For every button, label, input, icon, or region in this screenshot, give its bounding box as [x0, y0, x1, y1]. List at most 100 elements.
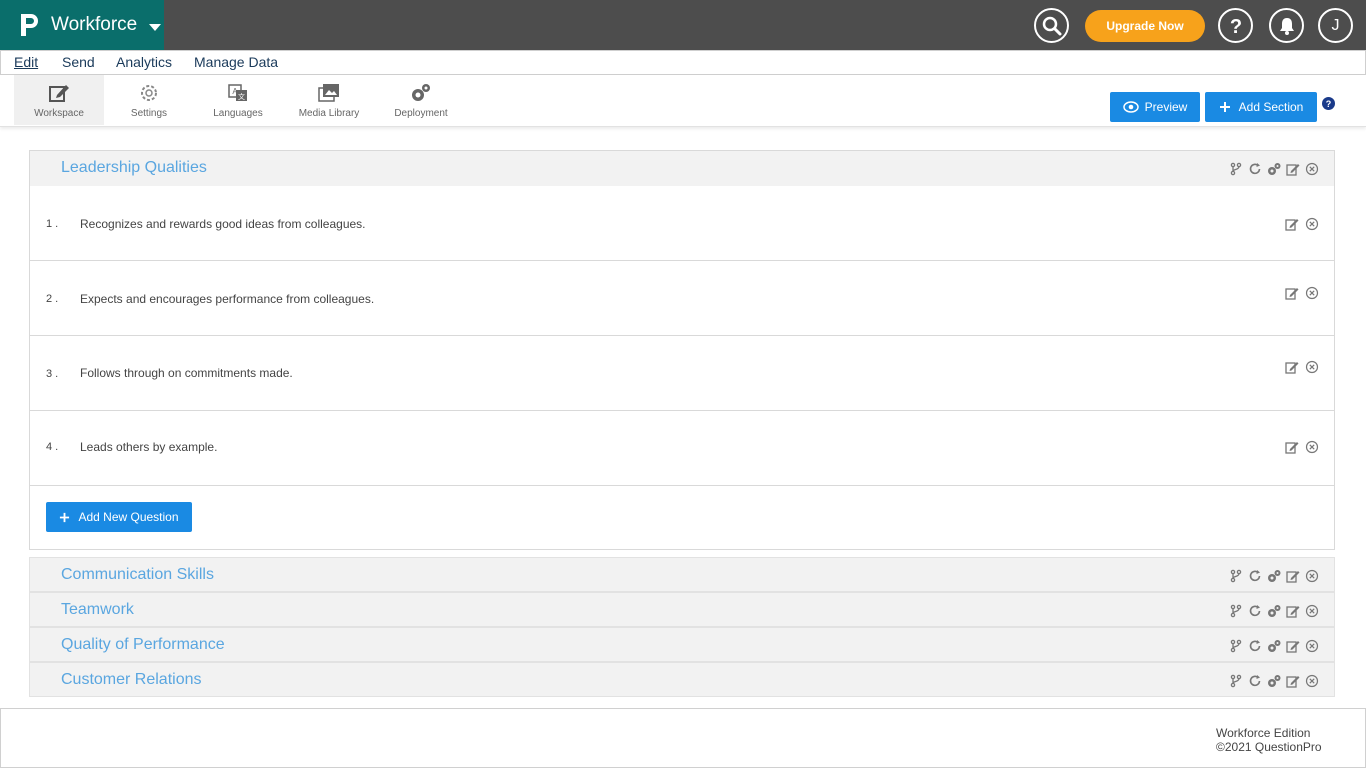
close-icon[interactable]: [1305, 217, 1319, 231]
plus-icon: [60, 512, 70, 522]
section-title[interactable]: Communication Skills: [61, 566, 214, 584]
preview-label: Preview: [1144, 100, 1188, 114]
gears-icon[interactable]: [1267, 604, 1281, 618]
add-question-row: Add New Question: [30, 485, 1334, 549]
question-row[interactable]: 4 . Leads others by example.: [30, 410, 1334, 485]
question-row[interactable]: 2 . Expects and encourages performance f…: [30, 260, 1334, 335]
close-icon[interactable]: [1305, 639, 1319, 653]
add-new-question-button[interactable]: Add New Question: [46, 502, 192, 532]
question-text: Recognizes and rewards good ideas from c…: [80, 217, 366, 231]
refresh-icon[interactable]: [1248, 604, 1262, 618]
menu-manage-data[interactable]: Manage Data: [194, 54, 278, 70]
upgrade-button[interactable]: Upgrade Now: [1085, 10, 1205, 42]
tool-languages[interactable]: A文 Languages: [193, 75, 283, 125]
help-icon: ?: [1229, 16, 1241, 36]
svg-text:文: 文: [238, 92, 245, 101]
tool-workspace[interactable]: Workspace: [14, 75, 104, 125]
section-actions: [1229, 569, 1319, 583]
refresh-icon[interactable]: [1248, 569, 1262, 583]
question-actions: [1285, 286, 1319, 300]
section-quality-of-performance[interactable]: Quality of Performance: [29, 627, 1335, 662]
top-bar: Workforce Upgrade Now ? J: [0, 0, 1366, 51]
close-icon[interactable]: [1305, 286, 1319, 300]
product-name: Workforce: [51, 14, 138, 35]
notifications-button[interactable]: [1269, 8, 1304, 43]
section-title[interactable]: Teamwork: [61, 601, 134, 619]
branch-icon[interactable]: [1229, 674, 1243, 688]
question-number: 4 .: [46, 441, 59, 453]
refresh-icon[interactable]: [1248, 674, 1262, 688]
question-number: 2 .: [46, 293, 59, 305]
section-header[interactable]: Leadership Qualities: [30, 151, 1334, 186]
section-title[interactable]: Customer Relations: [61, 671, 202, 689]
footer-edition: Workforce Edition: [1216, 726, 1311, 740]
close-icon[interactable]: [1305, 569, 1319, 583]
question-actions: [1285, 440, 1319, 454]
branch-icon[interactable]: [1229, 639, 1243, 653]
footer-copyright: ©2021 QuestionPro: [1216, 740, 1322, 754]
edit-icon[interactable]: [1286, 639, 1300, 653]
section-title[interactable]: Leadership Qualities: [61, 159, 207, 177]
menu-edit[interactable]: Edit: [14, 54, 38, 70]
section-teamwork[interactable]: Teamwork: [29, 592, 1335, 627]
user-avatar[interactable]: J: [1318, 8, 1353, 43]
close-icon[interactable]: [1305, 440, 1319, 454]
question-row[interactable]: 3 . Follows through on commitments made.: [30, 335, 1334, 410]
add-section-button[interactable]: Add Section: [1205, 92, 1317, 122]
branch-icon[interactable]: [1229, 604, 1243, 618]
tool-settings[interactable]: Settings: [104, 75, 194, 125]
gears-icon: [412, 84, 430, 101]
edit-icon[interactable]: [1285, 217, 1299, 231]
menu-analytics[interactable]: Analytics: [116, 54, 172, 70]
help-button[interactable]: ?: [1218, 8, 1253, 43]
gears-icon[interactable]: [1267, 639, 1281, 653]
close-icon[interactable]: [1305, 604, 1319, 618]
edit-icon[interactable]: [1286, 604, 1300, 618]
translate-icon: A文: [228, 84, 247, 101]
add-question-label: Add New Question: [78, 510, 179, 524]
section-actions: [1229, 639, 1319, 653]
section-customer-relations[interactable]: Customer Relations: [29, 662, 1335, 697]
close-icon[interactable]: [1305, 162, 1319, 176]
edit-icon[interactable]: [1285, 286, 1299, 300]
question-text: Leads others by example.: [80, 440, 218, 454]
edit-icon[interactable]: [1285, 440, 1299, 454]
preview-button[interactable]: Preview: [1110, 92, 1200, 122]
question-number: 1 .: [46, 218, 59, 230]
tool-media-library[interactable]: Media Library: [284, 75, 374, 125]
question-text: Follows through on commitments made.: [80, 366, 293, 380]
question-number: 3 .: [46, 368, 59, 380]
edit-icon: [49, 85, 69, 102]
footer: Workforce Edition ©2021 QuestionPro: [0, 708, 1366, 768]
edit-icon[interactable]: [1285, 360, 1299, 374]
question-actions: [1285, 217, 1319, 231]
main-menu: Edit Send Analytics Manage Data: [0, 50, 1366, 75]
edit-icon[interactable]: [1286, 674, 1300, 688]
eye-icon: [1122, 101, 1139, 113]
section-communication-skills[interactable]: Communication Skills: [29, 557, 1335, 592]
edit-icon[interactable]: [1286, 162, 1300, 176]
branch-icon[interactable]: [1229, 162, 1243, 176]
close-icon[interactable]: [1305, 674, 1319, 688]
edit-icon[interactable]: [1286, 569, 1300, 583]
search-button[interactable]: [1034, 8, 1069, 43]
branch-icon[interactable]: [1229, 569, 1243, 583]
section-title[interactable]: Quality of Performance: [61, 636, 225, 654]
help-icon[interactable]: ?: [1322, 97, 1335, 110]
add-section-label: Add Section: [1238, 100, 1304, 114]
section-actions: [1229, 674, 1319, 688]
question-row[interactable]: 1 . Recognizes and rewards good ideas fr…: [30, 186, 1334, 261]
gears-icon[interactable]: [1267, 674, 1281, 688]
section-actions: [1229, 604, 1319, 618]
close-icon[interactable]: [1305, 360, 1319, 374]
gears-icon[interactable]: [1267, 162, 1281, 176]
gears-icon[interactable]: [1267, 569, 1281, 583]
question-text: Expects and encourages performance from …: [80, 292, 375, 306]
menu-send[interactable]: Send: [62, 54, 95, 70]
section-leadership-qualities: Leadership Qualities 1 . Recognizes and …: [29, 150, 1335, 550]
product-switcher[interactable]: Workforce: [0, 0, 164, 50]
refresh-icon[interactable]: [1248, 639, 1262, 653]
refresh-icon[interactable]: [1248, 162, 1262, 176]
tool-deployment[interactable]: Deployment: [376, 75, 466, 125]
question-actions: [1285, 360, 1319, 374]
